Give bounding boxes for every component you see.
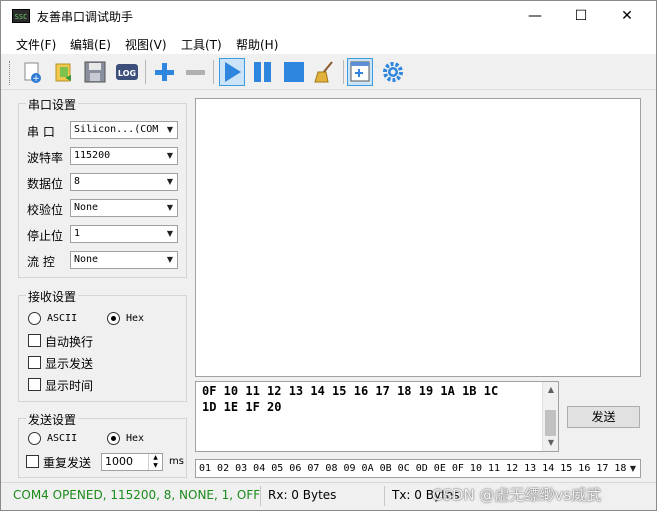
flow-control-select[interactable]: None ▼ [70, 251, 178, 269]
scroll-up-icon[interactable]: ▲ [543, 382, 559, 398]
interval-unit: ms [169, 456, 184, 467]
toolbar-grip [9, 61, 12, 85]
stop-bits-label: 停止位 [27, 229, 64, 243]
send-settings-title: 发送设置 [26, 411, 79, 428]
close-button[interactable]: ✕ [604, 1, 650, 32]
receive-hex-label: Hex [126, 313, 145, 324]
scroll-down-icon[interactable]: ▼ [543, 435, 559, 451]
toolbar-separator [145, 60, 146, 84]
stop-icon[interactable] [281, 58, 307, 86]
chevron-down-icon: ▼ [166, 255, 173, 264]
menu-help[interactable]: 帮助(H) [236, 36, 278, 53]
baud-label: 波特率 [27, 151, 64, 165]
chevron-down-icon: ▼ [166, 151, 173, 160]
svg-text:+: + [32, 74, 40, 84]
receive-display[interactable] [195, 98, 641, 377]
play-icon[interactable] [219, 58, 245, 86]
parity-select[interactable]: None ▼ [70, 199, 178, 217]
menu-file[interactable]: 文件(F) [16, 36, 56, 53]
rx-count: Rx: 0 Bytes [268, 488, 337, 502]
app-window: SSC 友善串口调试助手 — ☐ ✕ 文件(F) 编辑(E) 视图(V) 工具(… [0, 0, 657, 511]
send-hex-radio[interactable] [107, 432, 120, 445]
receive-settings-group [18, 295, 187, 402]
show-send-checkbox[interactable] [28, 356, 41, 369]
show-time-label: 显示时间 [45, 379, 94, 393]
send-text-line-1: 0F 10 11 12 13 14 15 16 17 18 19 1A 1B 1… [202, 384, 499, 398]
receive-ascii-radio[interactable] [28, 312, 41, 325]
repeat-send-checkbox[interactable] [26, 455, 39, 468]
flow-control-label: 流 控 [27, 255, 55, 269]
chevron-down-icon: ▼ [166, 177, 173, 186]
window-title: 友善串口调试助手 [37, 10, 134, 24]
port-select[interactable]: Silicon...(COM ▼ [70, 121, 178, 139]
spin-down-icon[interactable]: ▼ [148, 462, 162, 470]
baud-select[interactable]: 115200 ▼ [70, 147, 178, 165]
stop-bits-select[interactable]: 1 ▼ [70, 225, 178, 243]
chevron-down-icon: ▼ [166, 125, 173, 134]
send-input[interactable]: 0F 10 11 12 13 14 15 16 17 18 19 1A 1B 1… [195, 381, 559, 452]
send-ascii-radio[interactable] [28, 432, 41, 445]
chevron-down-icon: ▼ [627, 460, 636, 477]
menu-view[interactable]: 视图(V) [125, 36, 167, 53]
toolbar-separator [343, 60, 344, 84]
send-history-select[interactable]: 01 02 03 04 05 06 07 08 09 0A 0B 0C 0D 0… [195, 459, 641, 478]
pause-icon[interactable] [250, 58, 276, 86]
send-button[interactable]: 发送 [567, 406, 640, 428]
port-label: 串 口 [27, 125, 55, 139]
send-input-scrollbar[interactable]: ▲ ▼ [542, 382, 558, 451]
window-icon[interactable] [347, 58, 373, 86]
status-separator [260, 486, 261, 506]
show-time-checkbox[interactable] [28, 378, 41, 391]
receive-ascii-label: ASCII [47, 313, 78, 324]
connection-status: COM4 OPENED, 115200, 8, NONE, 1, OFF [13, 488, 261, 502]
show-send-label: 显示发送 [45, 357, 94, 371]
auto-wrap-checkbox[interactable] [28, 334, 41, 347]
add-icon[interactable] [151, 58, 177, 86]
svg-text:LOG: LOG [118, 69, 136, 78]
watermark: CSDN @虚无缥缈vs威武 [432, 486, 602, 504]
auto-wrap-label: 自动换行 [45, 335, 94, 349]
log-icon[interactable]: LOG [114, 58, 140, 86]
receive-settings-title: 接收设置 [26, 288, 79, 305]
menu-tools[interactable]: 工具(T) [181, 36, 222, 53]
app-icon: SSC [12, 9, 30, 23]
data-bits-select[interactable]: 8 ▼ [70, 173, 178, 191]
broom-icon[interactable] [312, 58, 338, 86]
data-bits-label: 数据位 [27, 177, 64, 191]
title-bar: SSC 友善串口调试助手 — ☐ ✕ [1, 1, 656, 32]
receive-hex-radio[interactable] [107, 312, 120, 325]
send-text-line-2: 1D 1E 1F 20 [202, 400, 282, 414]
settings-gear-icon[interactable] [380, 58, 406, 86]
new-file-icon[interactable]: + [19, 58, 45, 86]
minimize-button[interactable]: — [512, 1, 558, 32]
menu-bar: 文件(F) 编辑(E) 视图(V) 工具(T) 帮助(H) [1, 32, 656, 54]
remove-icon[interactable] [182, 58, 208, 86]
open-folder-icon[interactable] [51, 58, 77, 86]
repeat-send-label: 重复发送 [43, 456, 92, 470]
toolbar-separator [213, 60, 214, 84]
spin-up-icon[interactable]: ▲ [148, 454, 162, 462]
toolbar: + LOG [1, 54, 656, 90]
status-separator [384, 486, 385, 506]
menu-edit[interactable]: 编辑(E) [70, 36, 111, 53]
save-icon[interactable] [82, 58, 108, 86]
chevron-down-icon: ▼ [166, 203, 173, 212]
maximize-button[interactable]: ☐ [558, 1, 604, 32]
scroll-thumb[interactable] [545, 410, 556, 436]
serial-settings-title: 串口设置 [26, 96, 79, 113]
chevron-down-icon: ▼ [166, 229, 173, 238]
interval-spinbox[interactable]: 1000 ▲ ▼ [101, 453, 163, 471]
parity-label: 校验位 [27, 203, 64, 217]
send-ascii-label: ASCII [47, 433, 78, 444]
status-bar: COM4 OPENED, 115200, 8, NONE, 1, OFF Rx:… [1, 482, 656, 510]
send-hex-label: Hex [126, 433, 145, 444]
